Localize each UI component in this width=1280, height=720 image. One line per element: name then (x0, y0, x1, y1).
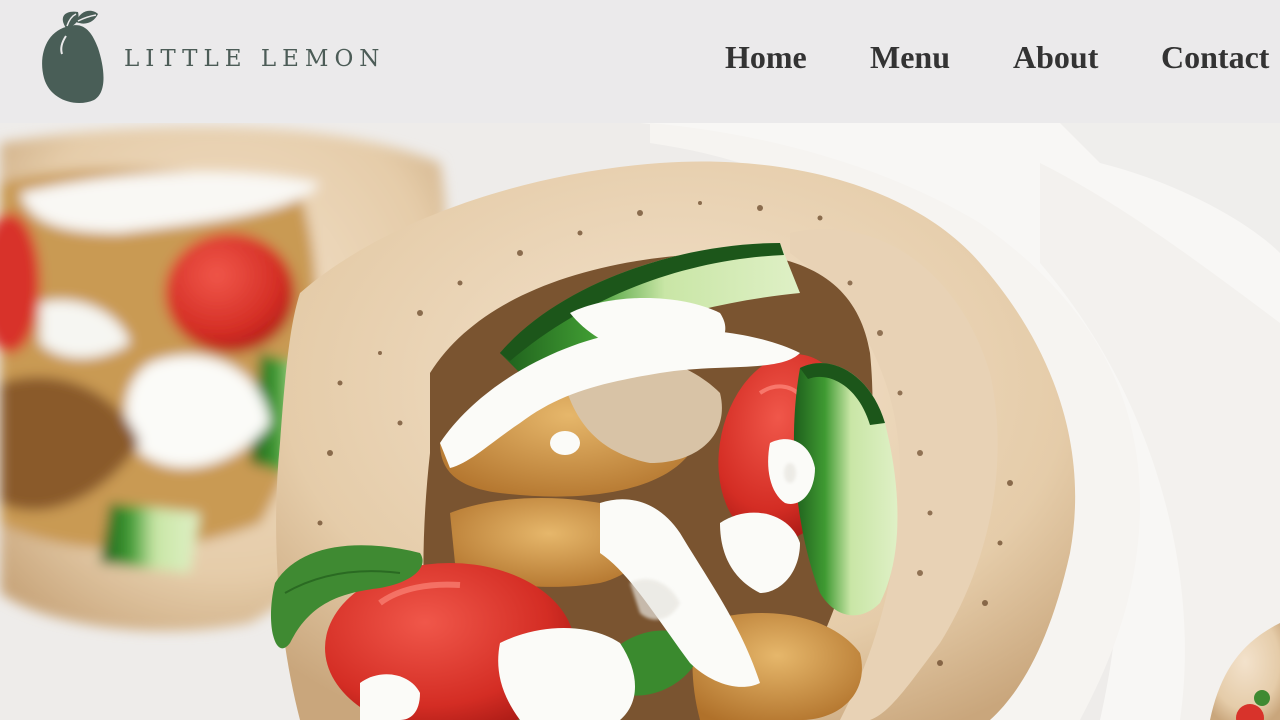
nav-contact-link[interactable]: Contact (1161, 37, 1269, 77)
main-nav: Home Menu About Contact (700, 37, 1280, 77)
site-header: LITTLE LEMON Home Menu About Contact (0, 0, 1280, 123)
hero-image (0, 123, 1280, 720)
nav-home-link[interactable]: Home (725, 37, 807, 77)
brand-logo[interactable]: LITTLE LEMON (36, 8, 436, 108)
nav-menu-link[interactable]: Menu (870, 37, 950, 77)
nav-about-link[interactable]: About (1013, 37, 1098, 77)
lemon-icon (42, 10, 104, 104)
pita-wraps-illustration (0, 123, 1280, 720)
brand-name: LITTLE LEMON (124, 46, 386, 72)
